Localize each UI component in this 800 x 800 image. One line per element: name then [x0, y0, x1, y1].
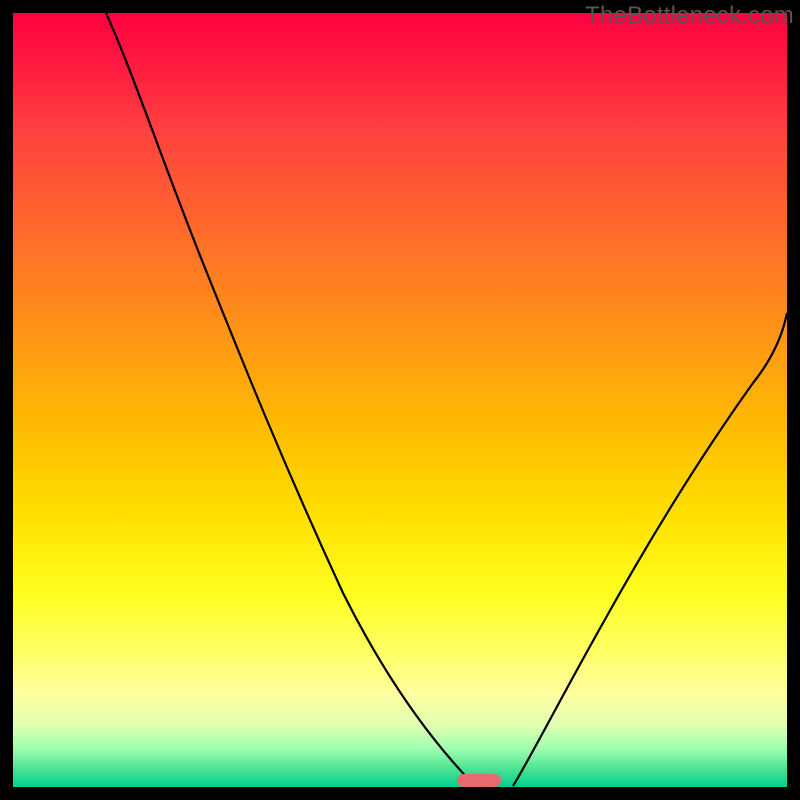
minimum-marker	[457, 774, 501, 787]
chart-area	[13, 13, 787, 787]
watermark-text: TheBottleneck.com	[585, 2, 794, 30]
